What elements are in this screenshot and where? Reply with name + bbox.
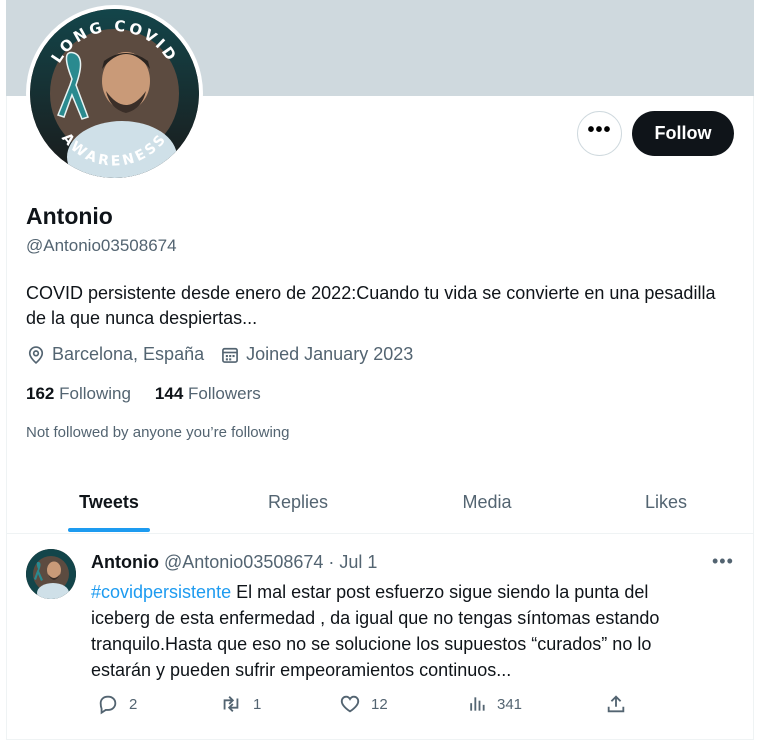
profile-bio: COVID persistente desde enero de 2022:Cu… xyxy=(26,283,716,328)
calendar-icon xyxy=(222,347,239,363)
profile-meta: Barcelona, España Joined January 2023 xyxy=(26,344,429,365)
tweet-date[interactable]: Jul 1 xyxy=(339,552,377,573)
following-link[interactable]: 162 Following xyxy=(26,384,131,404)
tweet-header-separator: · xyxy=(328,552,335,572)
long-covid-awareness-avatar-icon: LONG COVID AWARENESS xyxy=(30,9,199,178)
tweet-header: Antonio @Antonio03508674 · Jul 1 xyxy=(91,552,377,573)
profile-avatar-frame[interactable]: LONG COVID AWARENESS xyxy=(26,5,203,182)
tab-likes-label: Likes xyxy=(644,491,688,512)
tweet-author-avatar[interactable] xyxy=(26,549,76,599)
tab-likes[interactable]: Likes xyxy=(630,470,702,534)
retweet-button[interactable]: 1 xyxy=(219,693,261,715)
tab-tweets-label: Tweets xyxy=(79,491,139,512)
followers-count: 144 xyxy=(154,384,184,403)
profile-location: Barcelona, España xyxy=(26,344,204,365)
share-upload-icon xyxy=(607,695,625,713)
profile-avatar: LONG COVID AWARENESS xyxy=(30,9,199,178)
not-followed-note: Not followed by anyone you’re following xyxy=(26,424,290,441)
views-count: 341 xyxy=(497,695,523,713)
retweet-icon xyxy=(223,696,239,712)
tab-replies-label: Replies xyxy=(267,491,329,512)
tweet-text: #covidpersistente El mal estar post esfu… xyxy=(91,579,711,683)
views-button[interactable]: 341 xyxy=(467,693,522,715)
joined-text: Joined January 2023 xyxy=(246,344,414,364)
reply-count: 2 xyxy=(129,695,138,713)
reply-button[interactable]: 2 xyxy=(97,693,137,715)
profile-handle: @Antonio03508674 xyxy=(26,236,177,255)
following-count: 162 xyxy=(26,384,55,403)
tweet-actions: 2 1 12 341 xyxy=(91,693,631,719)
followers-label: Followers xyxy=(188,384,261,403)
tab-media[interactable]: Media xyxy=(446,470,528,534)
tweet-more-icon[interactable]: ••• xyxy=(712,552,734,570)
location-pin-icon xyxy=(28,345,44,364)
tweet-item[interactable]: Antonio @Antonio03508674 · Jul 1 ••• #co… xyxy=(6,535,754,740)
long-covid-awareness-avatar-small-icon xyxy=(26,549,76,599)
profile-tabs: Tweets Replies Media Likes xyxy=(6,470,754,534)
more-dots-icon: ••• xyxy=(587,118,612,141)
follow-counts: 162 Following 144 Followers xyxy=(26,384,285,404)
active-tab-indicator xyxy=(68,528,150,532)
like-count: 12 xyxy=(371,695,388,713)
tweet-author-name[interactable]: Antonio xyxy=(91,552,159,573)
retweet-count: 1 xyxy=(253,695,262,713)
follow-button[interactable]: Follow xyxy=(632,111,734,156)
bar-chart-icon xyxy=(470,697,485,711)
reply-bubble-icon xyxy=(99,695,117,715)
tab-replies[interactable]: Replies xyxy=(250,470,346,534)
profile-name: Antonio xyxy=(26,203,113,229)
more-options-button[interactable]: ••• xyxy=(577,111,622,156)
share-button[interactable] xyxy=(605,693,637,715)
followers-link[interactable]: 144 Followers xyxy=(155,384,261,404)
tab-media-label: Media xyxy=(462,491,512,512)
location-text: Barcelona, España xyxy=(52,344,205,364)
tweet-author-handle[interactable]: @Antonio03508674 xyxy=(164,552,323,573)
tab-tweets[interactable]: Tweets xyxy=(68,470,150,534)
tweet-hashtag-link[interactable]: #covidpersistente xyxy=(91,582,231,602)
heart-icon xyxy=(340,695,360,713)
following-label: Following xyxy=(59,384,131,403)
profile-joined: Joined January 2023 xyxy=(220,344,413,365)
like-button[interactable]: 12 xyxy=(339,693,388,715)
